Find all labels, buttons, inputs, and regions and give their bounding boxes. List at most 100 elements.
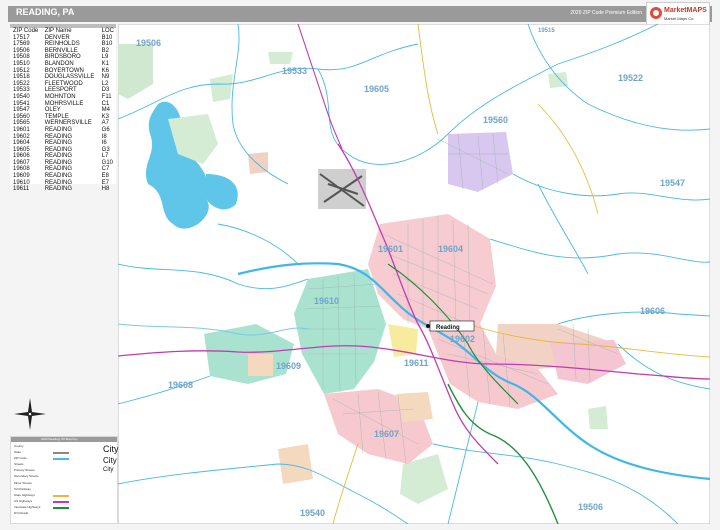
zip-table-row: 19547 OLEY M4 [12,107,116,114]
zip-label-19506-nw: 19506 [136,38,161,48]
zip-name-cell: OLEY [44,107,61,114]
zip-code-cell: 19506 [13,47,30,54]
zip-table-row: 19606 READING L7 [12,153,116,160]
zip-label-19610: 19610 [314,296,339,306]
logo-globe-icon [650,7,662,19]
compass-rose-icon [14,398,46,430]
zip-label-19604: 19604 [438,244,463,254]
zip-code-cell: 19547 [13,107,30,114]
zip-label-19533: 19533 [282,66,307,76]
zip-loc-cell: I6 [101,140,107,147]
legend-row-toll: Toll Parkway [14,487,31,491]
legend-row-state: State [14,450,22,454]
zip-code-cell: 19606 [13,153,30,160]
zip-table-row: 19611 READING H8 [12,186,116,193]
legend-row-minor: Minor Streets [14,481,32,485]
zip-label-19602: 19602 [450,334,475,344]
legend-row-secondary: Secondary Streets [14,474,39,478]
zip-table-row: 19533 LEESPORT D3 [12,87,116,94]
legend-sample-interstate [53,507,69,509]
zip-label-19606: 19606 [640,306,665,316]
zip-loc-cell: B10 [101,34,113,41]
zip-code-cell: 19608 [13,166,30,173]
legend-sample-state-hwy [53,495,69,497]
legend-row-interstate: Interstate Highways [14,505,41,509]
zip-label-19609: 19609 [276,361,301,371]
legend-sample-state [53,452,69,454]
legend-sample-zip [53,458,69,460]
zip-loc-cell: E8 [101,173,109,180]
legend-title: 2026 Reading, PA Map Key [41,437,78,441]
zip-loc-cell: D3 [101,87,110,94]
zip-name-cell: WERNERSVILLE [44,120,92,127]
zip-code-cell: 19533 [13,87,30,94]
zip-code-cell: 19540 [13,93,30,100]
legend-city-small: City [103,467,114,473]
map-area[interactable]: 19506 19533 19605 19522 19560 19547 1960… [118,24,710,524]
zip-label-19607: 19607 [374,429,399,439]
zip-code-cell: 19609 [13,173,30,180]
zip-code-cell: 19518 [13,74,30,81]
zip-table-row: 19560 TEMPLE K3 [12,114,116,121]
park-east [588,406,608,429]
zip-loc-cell: K1 [101,60,109,67]
zip-label-19540: 19540 [300,508,325,518]
zip-name-cell: MOHRSVILLE [44,100,84,107]
city-label-reading[interactable]: Reading [436,325,460,331]
zip-table-row: 19506 BERNVILLE B2 [12,48,116,55]
zip-loc-cell: L2 [101,80,109,87]
zip-name-cell: DENVER [44,34,70,41]
zip-name-cell: MOHNTON [44,93,76,100]
zip-code-cell: 19510 [13,60,30,67]
zip-name-cell: READING [44,159,73,166]
publisher-logo: MarketMAPS Market Maps Co. [646,2,710,26]
zip-code-cell: 17517 [13,34,30,41]
zip-label-19560: 19560 [483,115,508,125]
zip-loc-cell: B2 [101,47,109,54]
title-bar: READING, PA 2026 ZIP Code Premium Editio… [8,2,712,26]
legend-row-zip: ZIP Code [14,456,27,460]
zip-name-cell: REINHOLDS [44,41,80,48]
zip-name-cell: READING [44,166,73,173]
zip-label-19601: 19601 [378,244,403,254]
zip-name-cell: TEMPLE [44,113,69,120]
zip-code-cell: 19522 [13,80,30,87]
zip-label-19611: 19611 [404,358,429,368]
zip-code-cell: 17569 [13,41,30,48]
zip-code-cell: 19607 [13,159,30,166]
zip-code-cell: 19605 [13,146,30,153]
zip-table-row: 19601 READING G6 [12,127,116,134]
zip-loc-cell: K6 [101,67,109,74]
zip-code-cell: 19565 [13,120,30,127]
zip-loc-cell: G6 [101,126,110,133]
zip-name-cell: LEESPORT [44,87,77,94]
zip-loc-cell: K3 [101,113,109,120]
zip-table-row: 19522 FLEETWOOD L2 [12,81,116,88]
zip-table-row: 19602 READING I8 [12,134,116,141]
legend-row-dirt: Dirt Roads [14,511,29,515]
zip-loc-cell: G10 [101,159,113,166]
zip-table-row: 19541 MOHRSVILLE C1 [12,101,116,108]
zip-loc-cell: F11 [101,93,112,100]
zip-name-cell: FLEETWOOD [44,80,83,87]
zip-table-row: 19608 READING C7 [12,166,116,173]
map-canvas[interactable]: 19506 19533 19605 19522 19560 19547 1960… [118,24,710,524]
zip-loc-cell: L7 [101,153,109,160]
zip-table-row: 19518 DOUGLASSVILLE N9 [12,74,116,81]
zip-table-row: 17517 DENVER B10 [12,35,116,42]
zip-loc-cell: A7 [101,120,109,127]
zip-col-header: ZIP Code [13,28,39,34]
legend-city-large: City [103,444,119,454]
zip-table-row: 19610 READING E7 [12,180,116,187]
map-title: READING, PA [16,7,75,17]
zip-loc-cell: H8 [101,186,110,193]
zip-loc-cell: B10 [101,41,113,48]
zip-name-cell: READING [44,126,73,133]
zip-area-sinking-spring [248,354,273,376]
map-legend: 2026 Reading, PA Map Key County State ZI… [10,436,119,524]
zip-code-cell: 19541 [13,100,30,107]
zip-code-cell: 19601 [13,126,30,133]
zip-label-19547: 19547 [660,178,685,188]
zip-loc-cell: N9 [101,74,110,81]
zip-code-cell: 19610 [13,179,30,186]
